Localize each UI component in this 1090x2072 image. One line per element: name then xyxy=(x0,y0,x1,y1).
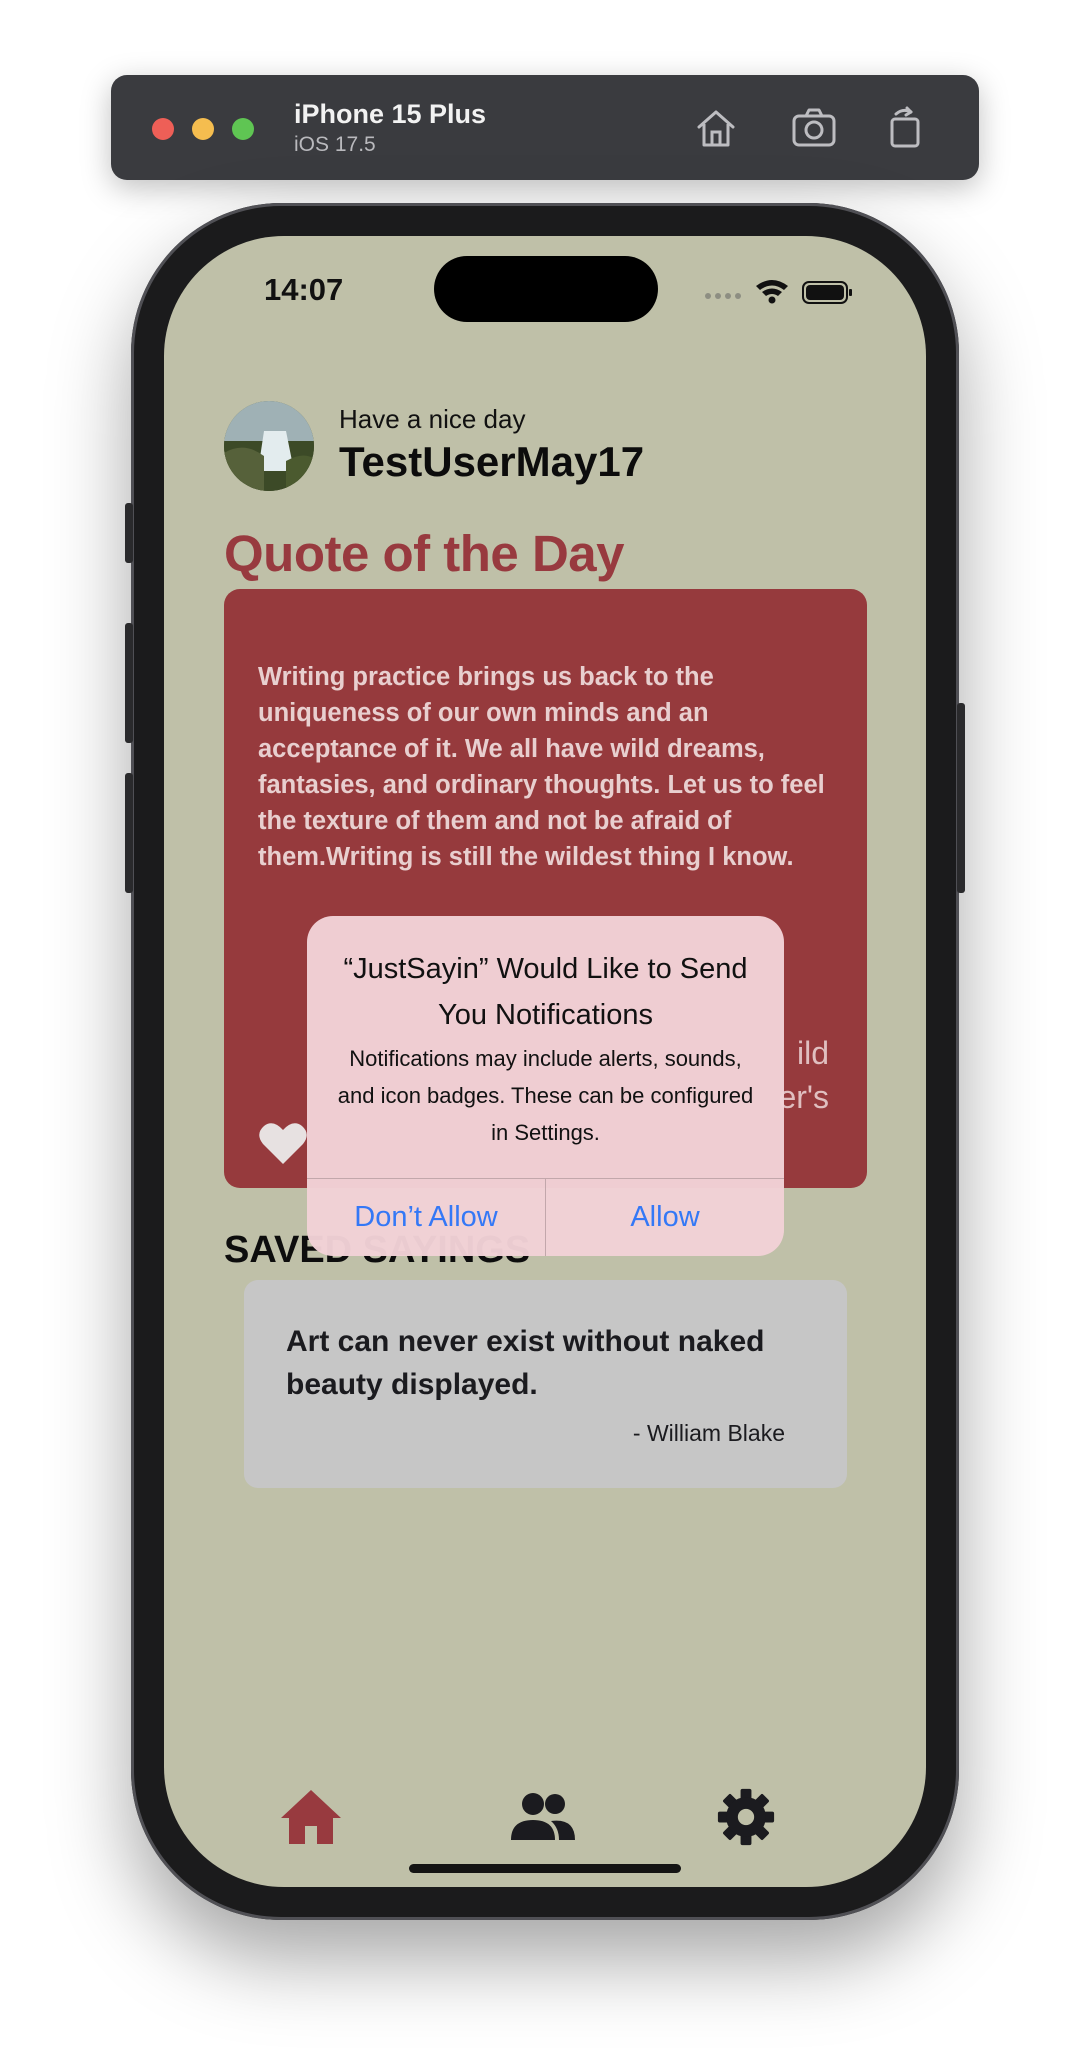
dont-allow-button[interactable]: Don’t Allow xyxy=(307,1178,545,1256)
power-button xyxy=(957,703,965,893)
zoom-window-button[interactable] xyxy=(232,118,254,140)
saved-quote-author: - William Blake xyxy=(632,1420,785,1446)
alert-title: “JustSayin” Would Like to Send You Notif… xyxy=(343,953,748,1031)
notification-permission-alert: “JustSayin” Would Like to Send You Notif… xyxy=(307,916,784,1256)
device-name: iPhone 15 Plus xyxy=(294,99,487,129)
quote-of-day-title: Quote of the Day xyxy=(224,525,625,582)
screenshot-icon[interactable] xyxy=(791,105,837,151)
heart-icon[interactable] xyxy=(258,1120,308,1166)
battery-icon xyxy=(802,281,852,304)
home-indicator[interactable] xyxy=(409,1864,681,1873)
cellular-signal-icon xyxy=(705,293,741,299)
minimize-window-button[interactable] xyxy=(192,118,214,140)
alert-message: Notifications may include alerts, sounds… xyxy=(337,1046,754,1145)
os-version: iOS 17.5 xyxy=(294,133,376,156)
saved-quote-text: Art can never exist without naked beauty… xyxy=(286,1325,765,1401)
home-icon[interactable] xyxy=(693,105,739,151)
action-button xyxy=(125,503,133,563)
status-time: 14:07 xyxy=(264,272,344,307)
rotate-icon[interactable] xyxy=(883,105,929,151)
greeting-text: Have a nice day xyxy=(339,404,526,434)
saved-saying-card[interactable]: Art can never exist without naked beauty… xyxy=(244,1280,847,1488)
status-icons xyxy=(705,280,852,304)
close-window-button[interactable] xyxy=(152,118,174,140)
people-icon[interactable] xyxy=(511,1788,575,1846)
allow-button[interactable]: Allow xyxy=(546,1178,784,1256)
username: TestUserMay17 xyxy=(339,438,645,485)
gear-icon[interactable] xyxy=(714,1788,778,1846)
volume-down-button xyxy=(125,773,133,893)
volume-up-button xyxy=(125,623,133,743)
simulator-toolbar: iPhone 15 Plus iOS 17.5 xyxy=(111,75,979,180)
quote-text: Writing practice brings us back to the u… xyxy=(258,663,825,871)
app-screen: 14:07 Have a nice day TestUserMay17 Quot… xyxy=(164,236,926,1887)
quote-partial-text: er's xyxy=(778,1079,829,1115)
wifi-icon xyxy=(756,280,788,304)
waterfall-photo xyxy=(224,401,314,491)
quote-partial-text: ild xyxy=(796,1035,829,1071)
avatar[interactable] xyxy=(224,401,314,491)
dynamic-island xyxy=(434,256,658,322)
iphone-frame: 14:07 Have a nice day TestUserMay17 Quot… xyxy=(125,203,965,1920)
home-icon[interactable] xyxy=(279,1788,343,1846)
